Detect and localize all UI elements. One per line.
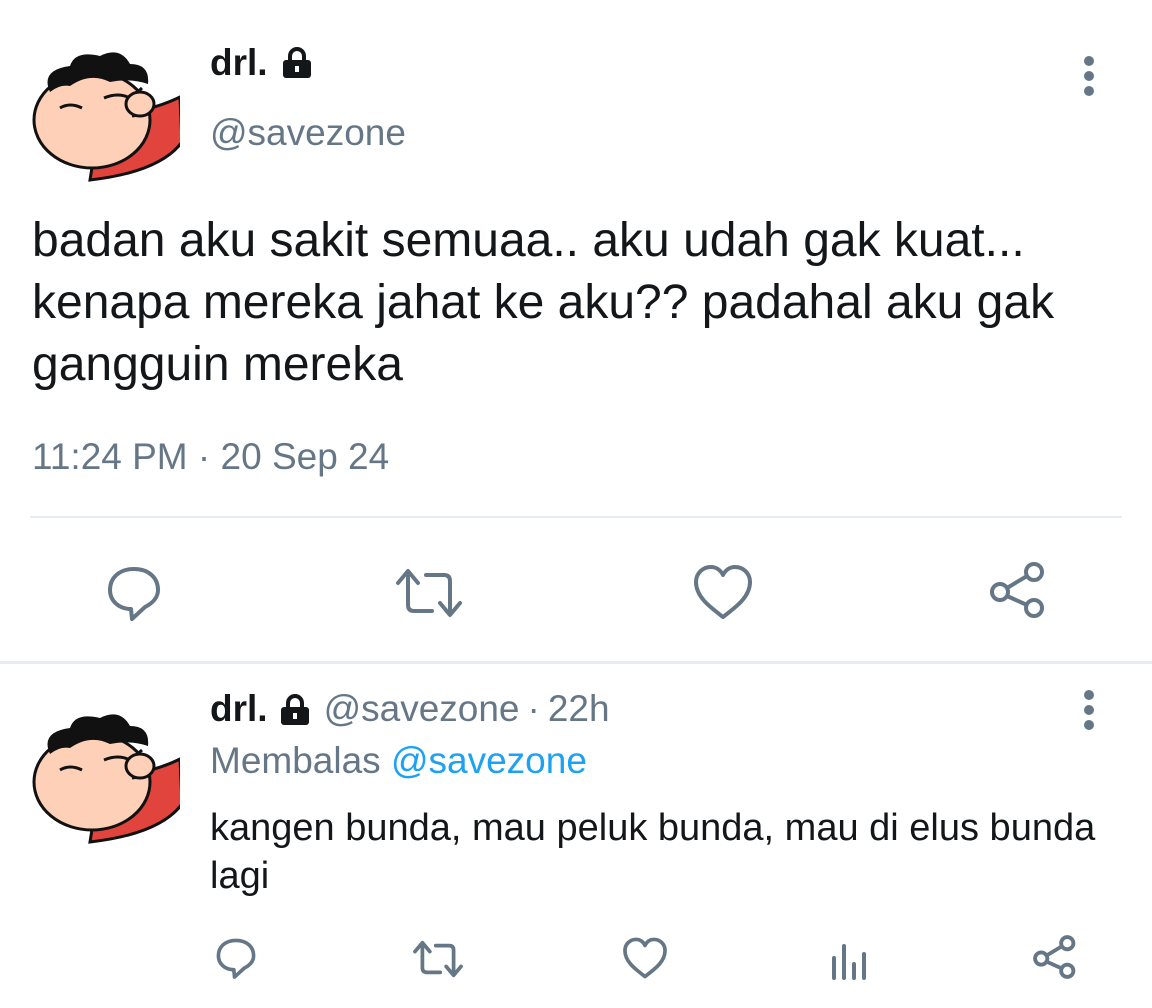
avatar-image (32, 714, 180, 844)
display-name[interactable]: drl. (210, 688, 268, 730)
main-tweet: drl. @savezone badan aku sakit semuaa.. … (0, 0, 1152, 660)
reply-icon (108, 567, 160, 621)
share-icon (990, 562, 1044, 618)
like-button[interactable] (692, 563, 754, 621)
share-button[interactable] (988, 560, 1048, 620)
reply-button[interactable] (214, 936, 258, 980)
lock-icon (280, 693, 310, 725)
tweet-text: badan aku sakit semuaa.. aku udah gak ku… (32, 214, 1055, 391)
like-icon (623, 937, 667, 979)
relative-time[interactable]: 22h (548, 688, 610, 730)
avatar[interactable] (30, 704, 180, 844)
like-icon (694, 565, 752, 619)
timestamp[interactable]: 11:24 PM · 20 Sep 24 (32, 436, 389, 478)
retweet-icon (396, 569, 462, 617)
retweet-button[interactable] (412, 938, 464, 980)
reply-button[interactable] (104, 563, 164, 623)
lock-icon (282, 47, 312, 79)
handle[interactable]: @savezone (324, 688, 520, 730)
separator: · (527, 688, 540, 729)
divider (30, 516, 1122, 518)
display-name[interactable]: drl. (210, 42, 268, 84)
analytics-button[interactable] (830, 940, 870, 980)
name-row: drl. (210, 42, 312, 84)
more-options-icon[interactable] (1083, 690, 1095, 730)
reply-icon (216, 938, 256, 979)
handle[interactable]: @savezone (210, 112, 406, 154)
reply-header: drl. @savezone · 22h (210, 688, 610, 730)
avatar[interactable] (30, 42, 180, 182)
share-icon (1033, 935, 1076, 979)
tweet-text: kangen bunda, mau peluk bunda, mau di el… (210, 807, 1096, 897)
like-button[interactable] (622, 936, 668, 980)
mention-link[interactable]: @savezone (391, 740, 587, 781)
replying-to: Membalas @savezone (210, 740, 587, 782)
avatar-image (32, 52, 180, 182)
retweet-icon (413, 940, 463, 978)
replying-label: Membalas (210, 740, 381, 781)
share-button[interactable] (1032, 934, 1078, 980)
analytics-icon (832, 944, 866, 980)
reply-tweet[interactable]: drl. @savezone · 22h Membalas @savezone … (0, 664, 1152, 1008)
more-options-icon[interactable] (1083, 56, 1095, 96)
retweet-button[interactable] (394, 565, 464, 621)
